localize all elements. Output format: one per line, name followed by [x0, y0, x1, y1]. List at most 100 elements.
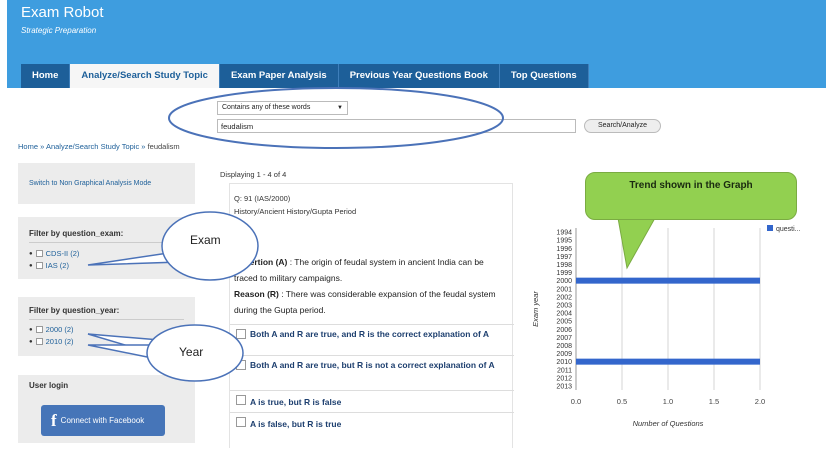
- facebook-connect-button[interactable]: f Connect with Facebook: [41, 405, 165, 436]
- chart-bar: [576, 358, 760, 365]
- y-tick-label: 1999: [556, 270, 572, 277]
- reason-label: Reason (R): [234, 289, 279, 299]
- y-tick-label: 2002: [556, 294, 572, 301]
- checkbox[interactable]: [236, 360, 246, 370]
- y-tick-label: 2004: [556, 311, 572, 318]
- search-mode-value: Contains any of these words: [222, 104, 311, 111]
- answer-option[interactable]: A is true, but R is false: [230, 390, 514, 412]
- breadcrumb-separator: »: [40, 142, 45, 151]
- search-mode-select[interactable]: Contains any of these words ▼: [217, 101, 348, 115]
- results-count: Displaying 1 - 4 of 4: [220, 170, 287, 179]
- x-tick-label: 0.0: [571, 397, 581, 406]
- y-tick-label: 2011: [557, 367, 572, 374]
- y-tick-label: 2013: [556, 383, 572, 390]
- chart-bar: [576, 277, 760, 284]
- y-tick-label: 1998: [556, 262, 572, 269]
- y-tick-label: 2001: [556, 286, 572, 293]
- legend-swatch: [767, 225, 773, 231]
- y-tick-label: 2000: [556, 278, 572, 285]
- breadcrumb-current: feudalism: [147, 142, 180, 151]
- exam-filter-title: Filter by question_exam:: [29, 229, 124, 238]
- bullet-icon: ●: [29, 250, 33, 257]
- y-tick-label: 2006: [556, 327, 572, 334]
- facebook-button-label: Connect with Facebook: [60, 416, 145, 425]
- breadcrumb-section[interactable]: Analyze/Search Study Topic: [46, 142, 139, 151]
- x-tick-label: 2.0: [755, 397, 765, 406]
- checkbox[interactable]: [35, 250, 43, 257]
- questions-by-year-chart: 0.0 0.5 1.0 1.5 2.01994199519961997199819992…: [531, 225, 801, 428]
- breadcrumb-separator: »: [141, 142, 146, 151]
- y-axis-label: Exam year: [531, 291, 540, 327]
- nav-exam-paper-analysis[interactable]: Exam Paper Analysis: [219, 64, 339, 88]
- bullet-icon: ●: [29, 338, 33, 345]
- x-tick-label: 0.5: [617, 397, 627, 406]
- checkbox[interactable]: [236, 417, 246, 427]
- filter-exam-ias[interactable]: ● IAS (2): [29, 261, 69, 270]
- y-tick-label: 1994: [556, 230, 572, 237]
- filter-year-2010[interactable]: ● 2010 (2): [29, 337, 74, 346]
- bullet-icon: ●: [29, 326, 33, 333]
- checkbox[interactable]: [236, 395, 246, 405]
- option-label: A is false, but R is true: [250, 419, 342, 429]
- answer-option[interactable]: A is false, but R is true: [230, 412, 514, 436]
- breadcrumb: Home » Analyze/Search Study Topic » feud…: [18, 142, 180, 151]
- y-tick-label: 2010: [556, 359, 572, 366]
- facebook-icon: f: [51, 410, 57, 430]
- login-title: User login: [29, 381, 69, 390]
- assertion-label: Assertion (A): [234, 257, 288, 267]
- nav-home[interactable]: Home: [21, 64, 71, 88]
- y-tick-label: 2007: [556, 335, 572, 342]
- question-card: Q: 91 (IAS/2000) History/Ancient History…: [229, 183, 514, 448]
- nav-previous-year-book[interactable]: Previous Year Questions Book: [338, 64, 500, 88]
- filter-label[interactable]: CDS-II (2): [46, 249, 80, 258]
- x-tick-label: 1.5: [709, 397, 719, 406]
- switch-mode-link[interactable]: Switch to Non Graphical Analysis Mode: [29, 180, 151, 187]
- option-label: A is true, but R is false: [250, 397, 342, 407]
- y-tick-label: 2005: [556, 319, 572, 326]
- mode-switch-panel: Switch to Non Graphical Analysis Mode: [18, 163, 195, 204]
- x-axis-label: Number of Questions: [633, 419, 704, 428]
- site-title[interactable]: Exam Robot: [21, 4, 104, 21]
- bullet-icon: ●: [29, 262, 33, 269]
- question-category: History/Ancient History/Gupta Period: [234, 207, 357, 216]
- y-tick-label: 2003: [556, 302, 572, 309]
- filter-label[interactable]: 2000 (2): [46, 325, 74, 334]
- login-panel: User login f Connect with Facebook: [18, 375, 195, 443]
- legend-label: questi...: [776, 226, 801, 233]
- y-tick-label: 2012: [556, 375, 572, 382]
- question-assertion: Assertion (A) : The origin of feudal sys…: [234, 254, 504, 286]
- y-tick-label: 2009: [556, 351, 572, 358]
- search-input[interactable]: [217, 119, 576, 133]
- filter-exam-cds[interactable]: ● CDS-II (2): [29, 249, 79, 258]
- dropdown-caret-icon: ▼: [337, 105, 343, 111]
- checkbox[interactable]: [236, 329, 246, 339]
- x-tick-label: 1.0: [663, 397, 673, 406]
- nav-top-questions[interactable]: Top Questions: [499, 64, 589, 88]
- year-filter-title: Filter by question_year:: [29, 306, 120, 315]
- option-label: Both A and R are true, but R is not a co…: [250, 360, 495, 370]
- graph-callout-text: Trend shown in the Graph: [629, 180, 753, 191]
- breadcrumb-home[interactable]: Home: [18, 142, 38, 151]
- answer-option[interactable]: Both A and R are true, and R is the corr…: [230, 324, 514, 355]
- year-filter-panel: Filter by question_year: ● 2000 (2) ● 20…: [18, 297, 195, 356]
- filter-year-2000[interactable]: ● 2000 (2): [29, 325, 74, 334]
- filter-label[interactable]: IAS (2): [46, 261, 69, 270]
- checkbox[interactable]: [35, 262, 43, 269]
- question-id: Q: 91 (IAS/2000): [234, 194, 291, 203]
- question-reason: Reason (R) : There was considerable expa…: [234, 286, 504, 318]
- site-tagline: Strategic Preparation: [21, 26, 97, 35]
- y-tick-label: 1996: [556, 246, 572, 253]
- answer-option[interactable]: Both A and R are true, but R is not a co…: [230, 355, 514, 390]
- y-tick-label: 1997: [556, 254, 572, 261]
- nav-analyze-search[interactable]: Analyze/Search Study Topic: [70, 64, 220, 88]
- option-label: Both A and R are true, and R is the corr…: [250, 329, 489, 339]
- checkbox[interactable]: [35, 338, 43, 345]
- checkbox[interactable]: [35, 326, 43, 333]
- exam-filter-panel: Filter by question_exam: ● CDS-II (2) ● …: [18, 217, 195, 279]
- filter-label[interactable]: 2010 (2): [46, 337, 74, 346]
- search-analyze-button[interactable]: Search/Analyze: [584, 119, 661, 133]
- y-tick-label: 2008: [556, 343, 572, 350]
- year-bubble-text: Year: [179, 345, 204, 359]
- exam-bubble-text: Exam: [190, 233, 221, 247]
- y-tick-label: 1995: [556, 238, 572, 245]
